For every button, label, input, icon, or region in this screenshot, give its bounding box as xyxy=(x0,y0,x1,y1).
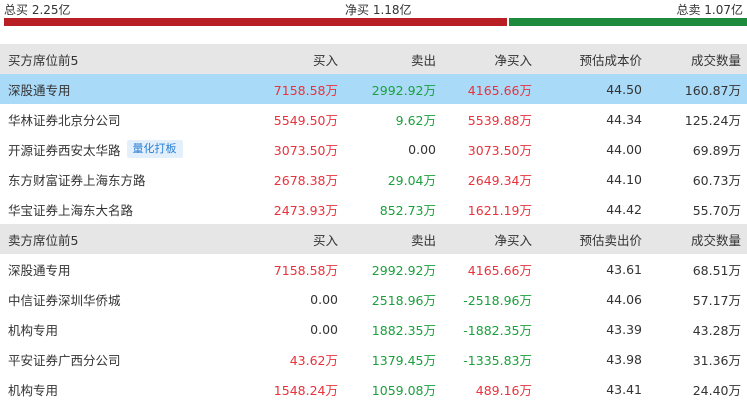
header-cost-price: 预估成本价 xyxy=(579,52,642,68)
sell-amount: 2518.96万 xyxy=(371,292,436,308)
header-net: 净买入 xyxy=(494,52,532,68)
total-sell-label: 总卖 1.07亿 xyxy=(676,3,743,17)
table-row[interactable]: 东方财富证券上海东方路 2678.38万 29.04万 2649.34万 44.… xyxy=(0,164,747,194)
header-volume: 成交数量 xyxy=(690,232,741,248)
sell-price: 44.06 xyxy=(606,291,642,307)
header-sell: 卖出 xyxy=(410,232,436,248)
header-seat: 买方席位前5 xyxy=(8,52,79,68)
buy-amount: 7158.58万 xyxy=(273,262,338,278)
sell-amount: 1059.08万 xyxy=(371,382,436,398)
net-amount: -2518.96万 xyxy=(463,292,532,308)
buy-amount: 0.00 xyxy=(310,291,338,307)
net-amount: -1882.35万 xyxy=(463,322,532,338)
seat-name: 深股通专用 xyxy=(8,262,71,278)
volume: 24.40万 xyxy=(692,382,741,398)
cost-price: 44.34 xyxy=(606,111,642,127)
volume: 160.87万 xyxy=(684,82,741,98)
buy-amount: 43.62万 xyxy=(289,352,338,368)
sell-price: 43.61 xyxy=(606,261,642,277)
net-amount: 2649.34万 xyxy=(467,172,532,188)
seat-name: 东方财富证券上海东方路 xyxy=(8,172,146,188)
total-buy-label: 总买 2.25亿 xyxy=(4,3,71,17)
seat-name: 开源证券西安太华路 xyxy=(8,142,121,158)
volume: 55.70万 xyxy=(692,202,741,218)
table-row[interactable]: 华林证券北京分公司 5549.50万 9.62万 5539.88万 44.34 … xyxy=(0,104,747,134)
header-volume: 成交数量 xyxy=(690,52,741,68)
header-buy: 买入 xyxy=(312,232,338,248)
buy-amount: 7158.58万 xyxy=(273,82,338,98)
buy-amount: 3073.50万 xyxy=(273,142,338,158)
sell-amount: 852.73万 xyxy=(379,202,436,218)
seat-name: 华林证券北京分公司 xyxy=(8,112,121,128)
header-sell-price: 预估卖出价 xyxy=(579,232,642,248)
sell-price: 43.41 xyxy=(606,381,642,397)
buy-section-header: 买方席位前5 买入 卖出 净买入 预估成本价 成交数量 xyxy=(0,44,747,74)
volume: 57.17万 xyxy=(692,292,741,308)
volume: 60.73万 xyxy=(692,172,741,188)
volume: 31.36万 xyxy=(692,352,741,368)
table-row[interactable]: 机构专用 1548.24万 1059.08万 489.16万 43.41 24.… xyxy=(0,374,747,404)
table-row[interactable]: 深股通专用 7158.58万 2992.92万 4165.66万 44.50 1… xyxy=(0,74,747,104)
cost-price: 44.42 xyxy=(606,201,642,217)
sell-amount: 2992.92万 xyxy=(371,82,436,98)
header-buy: 买入 xyxy=(312,52,338,68)
sell-price: 43.39 xyxy=(606,321,642,337)
net-amount: 5539.88万 xyxy=(467,112,532,128)
volume: 125.24万 xyxy=(684,112,741,128)
seat-name-cell: 开源证券西安太华路 量化打板 xyxy=(0,140,240,159)
cost-price: 44.50 xyxy=(606,81,642,97)
quant-tag-badge[interactable]: 量化打板 xyxy=(126,140,183,158)
net-amount: 3073.50万 xyxy=(467,142,532,158)
table-row[interactable]: 华宝证券上海东大名路 2473.93万 852.73万 1621.19万 44.… xyxy=(0,194,747,224)
table-row[interactable]: 中信证券深圳华侨城 0.00 2518.96万 -2518.96万 44.06 … xyxy=(0,284,747,314)
table-row[interactable]: 机构专用 0.00 1882.35万 -1882.35万 43.39 43.28… xyxy=(0,314,747,344)
buy-amount: 5549.50万 xyxy=(273,112,338,128)
seat-name: 机构专用 xyxy=(8,322,59,338)
cost-price: 44.10 xyxy=(606,171,642,187)
seat-name: 中信证券深圳华侨城 xyxy=(8,292,121,308)
trading-seats-table: 买方席位前5 买入 卖出 净买入 预估成本价 成交数量 深股通专用 7158.5… xyxy=(0,44,747,404)
net-buy-label: 净买 1.18亿 xyxy=(345,3,412,17)
volume: 69.89万 xyxy=(692,142,741,158)
table-row[interactable]: 平安证券广西分公司 43.62万 1379.45万 -1335.83万 43.9… xyxy=(0,344,747,374)
seat-name: 深股通专用 xyxy=(8,82,71,98)
sell-amount: 0.00 xyxy=(408,141,436,157)
sell-amount: 1379.45万 xyxy=(371,352,436,368)
buy-amount: 2678.38万 xyxy=(273,172,338,188)
table-row[interactable]: 开源证券西安太华路 量化打板 3073.50万 0.00 3073.50万 44… xyxy=(0,134,747,164)
buy-sell-ratio-bar xyxy=(4,18,747,26)
seat-name: 平安证券广西分公司 xyxy=(8,352,121,368)
buy-amount: 0.00 xyxy=(310,321,338,337)
net-amount: 4165.66万 xyxy=(467,82,532,98)
volume: 68.51万 xyxy=(692,262,741,278)
header-sell: 卖出 xyxy=(410,52,436,68)
sell-price: 43.98 xyxy=(606,351,642,367)
sell-amount: 1882.35万 xyxy=(371,322,436,338)
cost-price: 44.00 xyxy=(606,141,642,157)
buy-amount: 1548.24万 xyxy=(273,382,338,398)
volume: 43.28万 xyxy=(692,322,741,338)
sell-section-header: 卖方席位前5 买入 卖出 净买入 预估卖出价 成交数量 xyxy=(0,224,747,254)
sell-amount: 9.62万 xyxy=(395,112,436,128)
header-net: 净买入 xyxy=(494,232,532,248)
net-amount: 4165.66万 xyxy=(467,262,532,278)
sell-amount: 29.04万 xyxy=(387,172,436,188)
seat-name: 机构专用 xyxy=(8,382,59,398)
seat-name: 华宝证券上海东大名路 xyxy=(8,202,134,218)
table-row[interactable]: 深股通专用 7158.58万 2992.92万 4165.66万 43.61 6… xyxy=(0,254,747,284)
net-amount: -1335.83万 xyxy=(463,352,532,368)
buy-amount: 2473.93万 xyxy=(273,202,338,218)
net-amount: 1621.19万 xyxy=(467,202,532,218)
sell-ratio-segment xyxy=(509,18,747,26)
header-seat: 卖方席位前5 xyxy=(8,232,79,248)
sell-amount: 2992.92万 xyxy=(371,262,436,278)
summary-bar: 总买 2.25亿 净买 1.18亿 总卖 1.07亿 xyxy=(0,0,747,18)
net-amount: 489.16万 xyxy=(475,382,532,398)
buy-ratio-segment xyxy=(4,18,507,26)
